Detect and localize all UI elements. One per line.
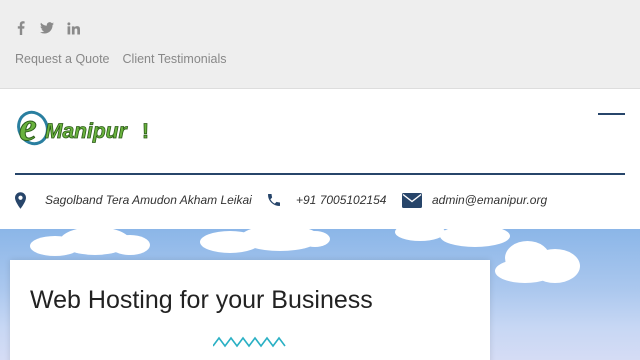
cloud-shape <box>395 229 445 241</box>
site-logo[interactable]: e Manipur ! <box>15 100 155 152</box>
hero-title: Web Hosting for your Business <box>30 286 373 314</box>
map-marker-icon <box>14 191 26 209</box>
header-divider <box>15 173 625 175</box>
contact-email: admin@emanipur.org <box>402 188 547 212</box>
twitter-icon[interactable] <box>40 19 54 37</box>
envelope-icon <box>402 192 422 208</box>
email-text[interactable]: admin@emanipur.org <box>432 193 547 207</box>
logo-e-letter: e <box>19 104 37 149</box>
cloud-shape <box>495 259 555 283</box>
phone-icon <box>266 192 282 208</box>
cloud-shape <box>440 229 510 247</box>
menu-toggle[interactable] <box>598 113 625 115</box>
client-testimonials-link[interactable]: Client Testimonials <box>123 52 227 66</box>
cloud-shape <box>110 235 150 255</box>
contact-phone: +91 7005102154 <box>266 188 386 212</box>
phone-text[interactable]: +91 7005102154 <box>296 193 386 207</box>
contact-address: Sagolband Tera Amudon Akham Leikai <box>14 188 252 212</box>
facebook-icon[interactable] <box>14 19 28 37</box>
zigzag-divider <box>213 336 286 348</box>
cloud-shape <box>300 231 330 247</box>
top-bar: Request a Quote Client Testimonials <box>0 0 640 89</box>
address-text: Sagolband Tera Amudon Akham Leikai <box>45 193 252 207</box>
logo-exclamation: ! <box>142 120 149 143</box>
top-links: Request a Quote Client Testimonials <box>15 52 227 66</box>
hero-card: Web Hosting for your Business <box>10 260 490 360</box>
linkedin-icon[interactable] <box>66 19 80 37</box>
social-links <box>14 19 80 37</box>
logo-text: Manipur <box>45 120 128 143</box>
request-quote-link[interactable]: Request a Quote <box>15 52 110 66</box>
